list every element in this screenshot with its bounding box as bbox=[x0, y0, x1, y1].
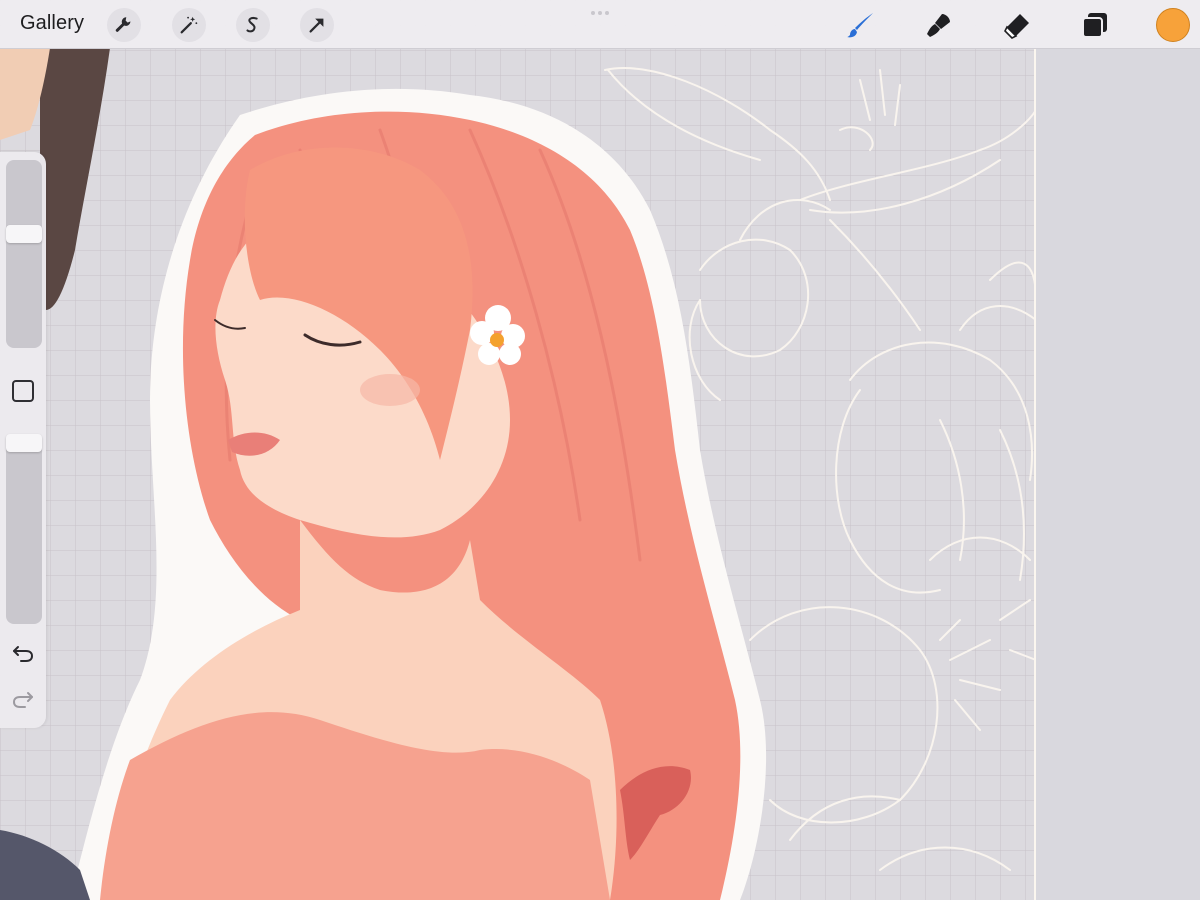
drawing-canvas[interactable] bbox=[0, 0, 1200, 900]
redo-button[interactable] bbox=[11, 688, 35, 710]
top-toolbar: Gallery bbox=[0, 0, 1200, 49]
opacity-slider[interactable] bbox=[6, 434, 42, 624]
canvas-offscreen-area bbox=[1036, 48, 1200, 900]
brush-icon bbox=[847, 13, 873, 38]
magic-wand-icon bbox=[180, 16, 198, 34]
cheek-blush bbox=[360, 374, 420, 406]
transform-button[interactable] bbox=[300, 8, 334, 42]
brush-size-thumb[interactable] bbox=[6, 225, 42, 243]
smudge-icon bbox=[927, 14, 950, 37]
layers-button[interactable] bbox=[1078, 8, 1112, 42]
gallery-button[interactable]: Gallery bbox=[20, 12, 84, 35]
brush-size-slider[interactable] bbox=[6, 160, 42, 348]
undo-icon bbox=[13, 646, 34, 662]
layers-icon bbox=[1082, 13, 1107, 38]
wrench-icon bbox=[115, 17, 131, 32]
brush-button[interactable] bbox=[844, 8, 878, 42]
selection-icon bbox=[246, 16, 258, 33]
color-picker-button[interactable] bbox=[1156, 8, 1190, 42]
transform-arrow-icon bbox=[309, 18, 324, 33]
smudge-button[interactable] bbox=[922, 8, 956, 42]
selection-button[interactable] bbox=[236, 8, 270, 42]
toolbar-grabber[interactable] bbox=[588, 11, 612, 15]
eraser-icon bbox=[1004, 14, 1029, 39]
adjustments-button[interactable] bbox=[172, 8, 206, 42]
eraser-button[interactable] bbox=[1000, 8, 1034, 42]
left-sidebar bbox=[0, 152, 46, 728]
undo-button[interactable] bbox=[11, 642, 35, 664]
opacity-thumb[interactable] bbox=[6, 434, 42, 452]
redo-icon bbox=[12, 692, 33, 708]
actions-button[interactable] bbox=[107, 8, 141, 42]
modify-button[interactable] bbox=[12, 380, 34, 402]
